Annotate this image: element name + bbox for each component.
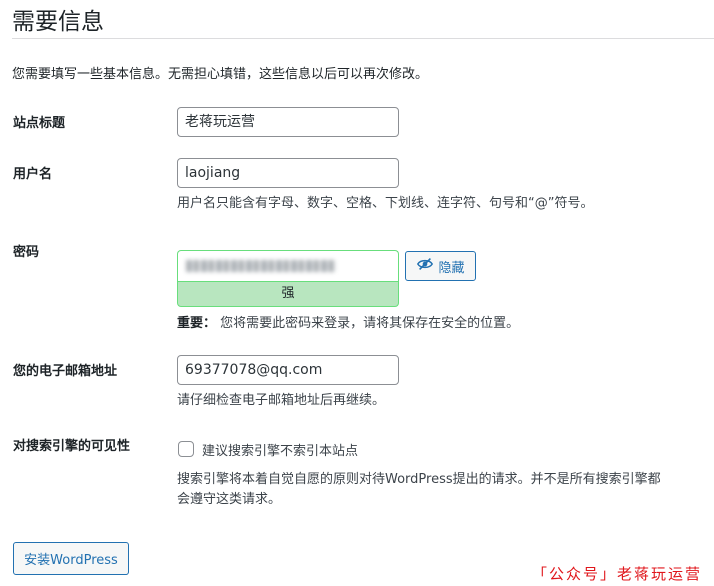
search-visibility-help-1: 搜索引擎将本着自觉自愿的原则对待WordPress提出的请求。并不是所有搜索引擎… — [177, 472, 661, 487]
site-title-label: 站点标题 — [13, 116, 66, 131]
hide-password-label: 隐藏 — [438, 260, 465, 276]
intro-text: 您需要填写一些基本信息。无需担心填错，这些信息以后可以再次修改。 — [12, 67, 429, 82]
search-visibility-help-2: 会遵守这类请求。 — [177, 492, 282, 507]
noindex-checkbox-label[interactable]: 建议搜索引擎不索引本站点 — [202, 440, 358, 459]
email-help: 请仔细检查电子邮箱地址后再继续。 — [177, 393, 386, 408]
password-note-text: 您将需要此密码来登录，请将其保存在安全的位置。 — [220, 316, 520, 331]
password-input[interactable] — [177, 250, 399, 281]
search-visibility-label: 对搜索引擎的可见性 — [13, 439, 131, 454]
email-label: 您的电子邮箱地址 — [13, 364, 118, 379]
noindex-checkbox[interactable] — [178, 441, 194, 457]
password-strength-meter: 强 — [177, 281, 399, 307]
password-note-bold: 重要： — [177, 316, 217, 331]
page-title: 需要信息 — [12, 9, 104, 35]
eye-slash-icon — [416, 255, 434, 277]
password-masked-value — [186, 260, 336, 272]
username-help: 用户名只能含有字母、数字、空格、下划线、连字符、句号和“@”符号。 — [177, 196, 594, 211]
hide-password-button[interactable]: 隐藏 — [405, 251, 476, 281]
username-input[interactable]: laojiang — [177, 158, 399, 188]
install-wordpress-button[interactable]: 安装WordPress — [13, 542, 129, 575]
watermark-text: 「公众号」老蒋玩运营 — [531, 565, 702, 583]
username-label: 用户名 — [13, 167, 53, 182]
site-title-input[interactable]: 老蒋玩运营 — [177, 107, 399, 137]
password-label: 密码 — [13, 245, 40, 260]
password-note: 重要： 您将需要此密码来登录，请将其保存在安全的位置。 — [177, 314, 519, 334]
title-divider — [12, 38, 714, 39]
email-input[interactable]: 69377078@qq.com — [177, 355, 399, 385]
